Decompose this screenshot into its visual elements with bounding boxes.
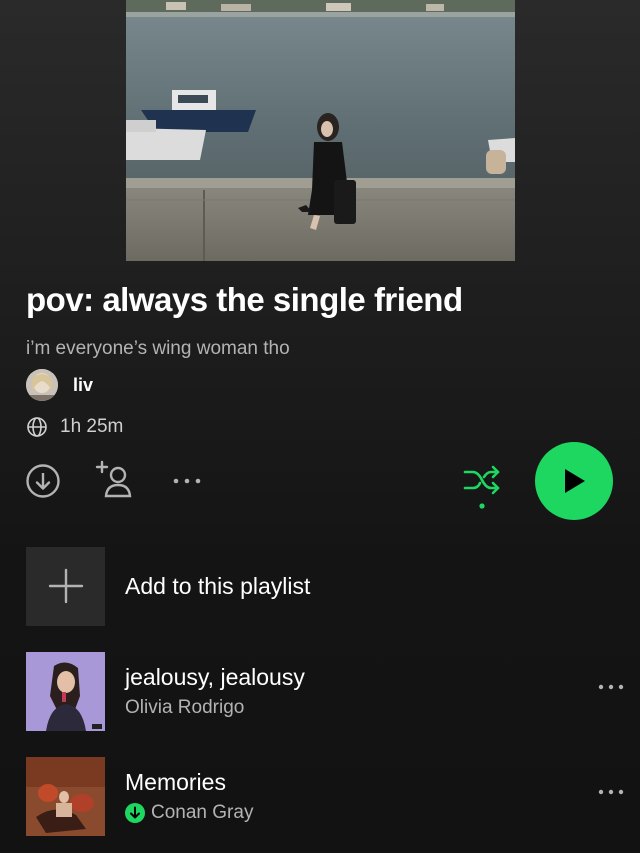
- track-title: Memories: [125, 768, 226, 795]
- add-to-playlist-label[interactable]: Add to this playlist: [125, 573, 310, 600]
- track-artist: Olivia Rodrigo: [125, 696, 245, 718]
- plus-icon: [47, 567, 85, 605]
- play-button[interactable]: [535, 442, 613, 520]
- globe-icon: [26, 416, 48, 438]
- playlist-owner[interactable]: liv: [26, 368, 93, 402]
- playlist-title: pov: always the single friend: [26, 281, 463, 318]
- track-more-icon[interactable]: [596, 677, 626, 697]
- play-icon: [561, 467, 587, 495]
- more-horizontal-icon[interactable]: [168, 470, 206, 492]
- track-cover-image: [26, 651, 105, 731]
- track-title: jealousy, jealousy: [125, 663, 305, 690]
- track-row[interactable]: jealousy, jealousy Olivia Rodrigo: [26, 651, 626, 731]
- owner-name[interactable]: liv: [73, 375, 93, 396]
- shuffle-icon[interactable]: [460, 460, 506, 514]
- add-to-playlist-row[interactable]: Add to this playlist: [26, 546, 614, 626]
- playlist-duration: 1h 25m: [60, 416, 124, 437]
- track-more-icon[interactable]: [596, 782, 626, 802]
- track-cover-image: [26, 756, 105, 836]
- playlist-meta: 1h 25m: [26, 413, 123, 441]
- playlist-cover-image: [126, 0, 515, 261]
- track-row[interactable]: Memories Conan Gray: [26, 756, 626, 836]
- track-artist: Conan Gray: [151, 801, 254, 823]
- add-tile[interactable]: [26, 546, 105, 626]
- add-user-icon[interactable]: [94, 458, 136, 500]
- playlist-description: i’m everyone’s wing woman tho: [26, 338, 290, 359]
- owner-avatar[interactable]: [26, 369, 58, 401]
- playlist-page: pov: always the single friend i’m everyo…: [0, 0, 640, 853]
- download-circle-icon[interactable]: [24, 462, 62, 500]
- downloaded-icon: [125, 802, 145, 823]
